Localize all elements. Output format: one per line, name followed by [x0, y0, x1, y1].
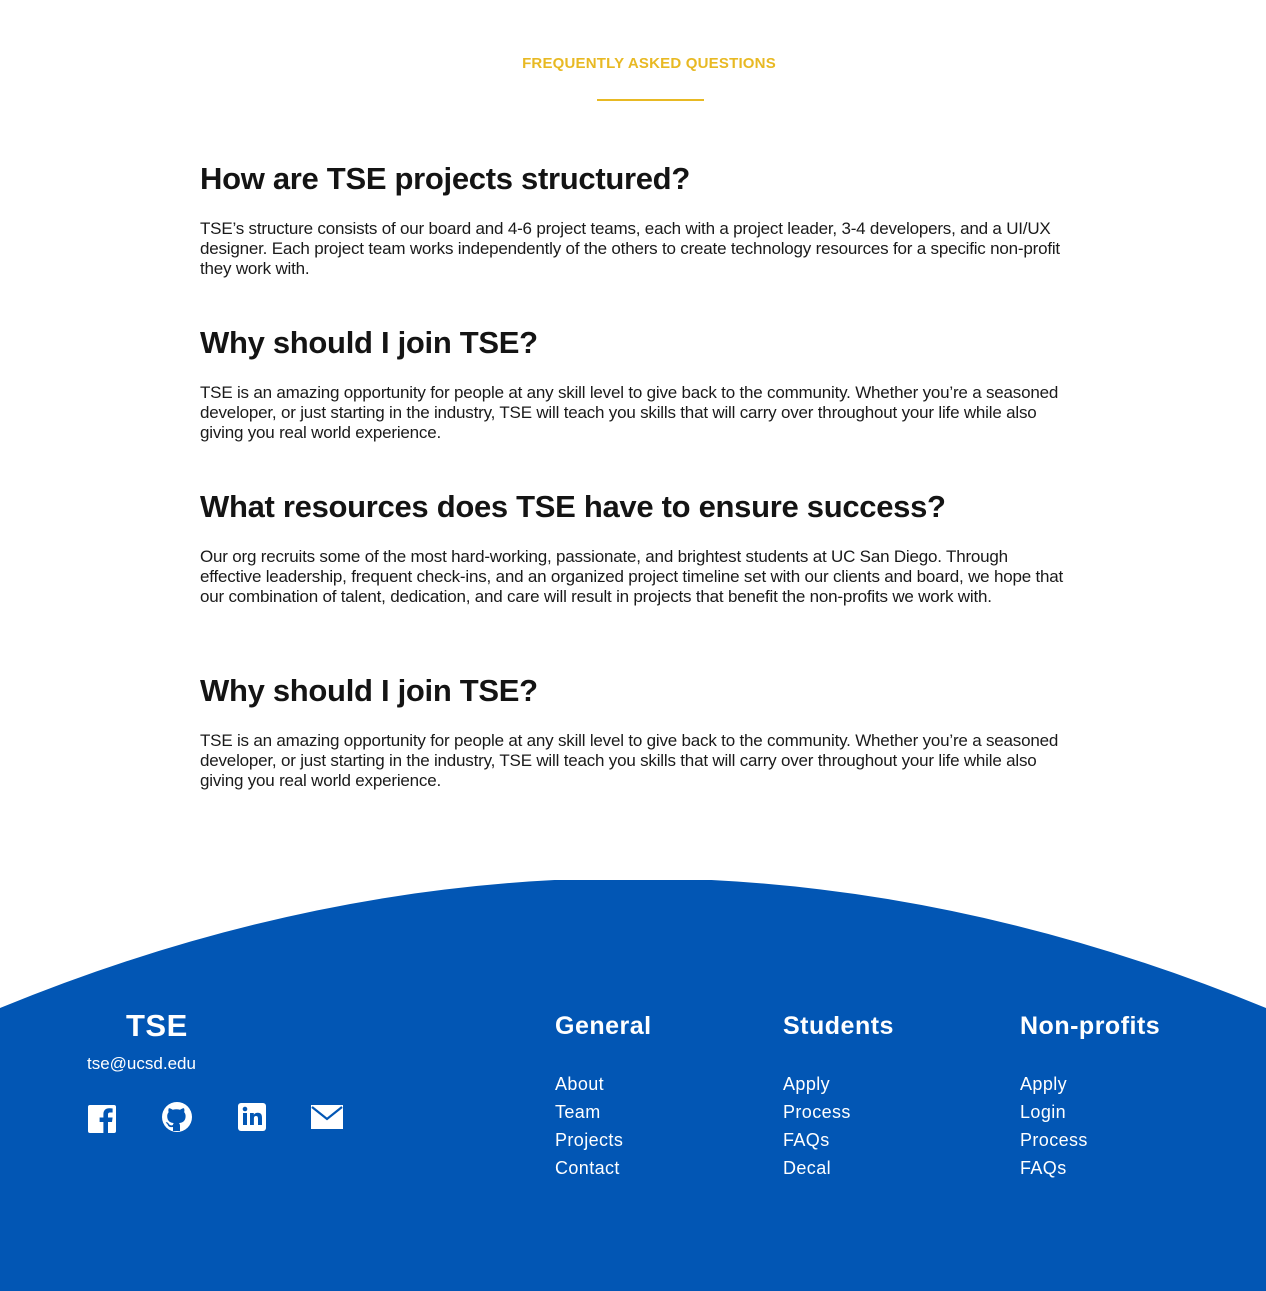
faq-answer: Our org recruits some of the most hard-w… [200, 547, 1064, 606]
footer-link-nonprofits-process[interactable]: Process [1020, 1130, 1088, 1150]
faq-answer: TSE’s structure consists of our board an… [200, 219, 1060, 278]
faq-item: Why should I join TSE? TSE is an amazing… [200, 673, 1070, 791]
footer-link-about[interactable]: About [555, 1074, 604, 1094]
footer-brand-logo[interactable]: TSE [126, 1008, 188, 1044]
faq-eyebrow: FREQUENTLY ASKED QUESTIONS [522, 55, 776, 72]
footer-link-login[interactable]: Login [1020, 1102, 1066, 1122]
footer-col-title: Non-profits [1020, 1012, 1161, 1040]
faq-question: What resources does TSE have to ensure s… [200, 489, 946, 524]
faq-answer: TSE is an amazing opportunity for people… [200, 731, 1059, 790]
footer-col-title: General [555, 1012, 652, 1040]
faq-question: Why should I join TSE? [200, 325, 538, 360]
footer-link-contact[interactable]: Contact [555, 1158, 620, 1178]
footer-email[interactable]: tse@ucsd.edu [87, 1054, 196, 1074]
eyebrow-divider [597, 99, 704, 101]
faq-item: Why should I join TSE? TSE is an amazing… [200, 325, 1070, 443]
faq-item: What resources does TSE have to ensure s… [200, 489, 1070, 607]
faq-item: How are TSE projects structured? TSE’s s… [200, 161, 1070, 279]
footer-col-nonprofits: Non-profits Apply Login Process FAQs [1020, 1012, 1160, 1184]
github-icon[interactable] [161, 1101, 193, 1133]
social-links [86, 1101, 386, 1133]
footer-link-nonprofits-faqs[interactable]: FAQs [1020, 1158, 1067, 1178]
footer-col-students: Students Apply Process FAQs Decal [783, 1012, 894, 1184]
footer-link-students-apply[interactable]: Apply [783, 1074, 830, 1094]
footer-col-general: General About Team Projects Contact [555, 1012, 652, 1184]
footer-link-nonprofits-apply[interactable]: Apply [1020, 1074, 1067, 1094]
linkedin-icon[interactable] [236, 1101, 268, 1133]
footer-link-team[interactable]: Team [555, 1102, 601, 1122]
footer-col-title: Students [783, 1012, 894, 1040]
faq-answer: TSE is an amazing opportunity for people… [200, 383, 1059, 442]
faq-section: FREQUENTLY ASKED QUESTIONS How are TSE p… [0, 0, 1266, 870]
footer-link-students-faqs[interactable]: FAQs [783, 1130, 830, 1150]
footer-link-decal[interactable]: Decal [783, 1158, 831, 1178]
faq-question: How are TSE projects structured? [200, 161, 690, 196]
mail-icon[interactable] [311, 1101, 343, 1133]
faq-question: Why should I join TSE? [200, 673, 538, 708]
footer-link-students-process[interactable]: Process [783, 1102, 851, 1122]
footer-link-projects[interactable]: Projects [555, 1130, 623, 1150]
facebook-icon[interactable] [86, 1101, 118, 1133]
